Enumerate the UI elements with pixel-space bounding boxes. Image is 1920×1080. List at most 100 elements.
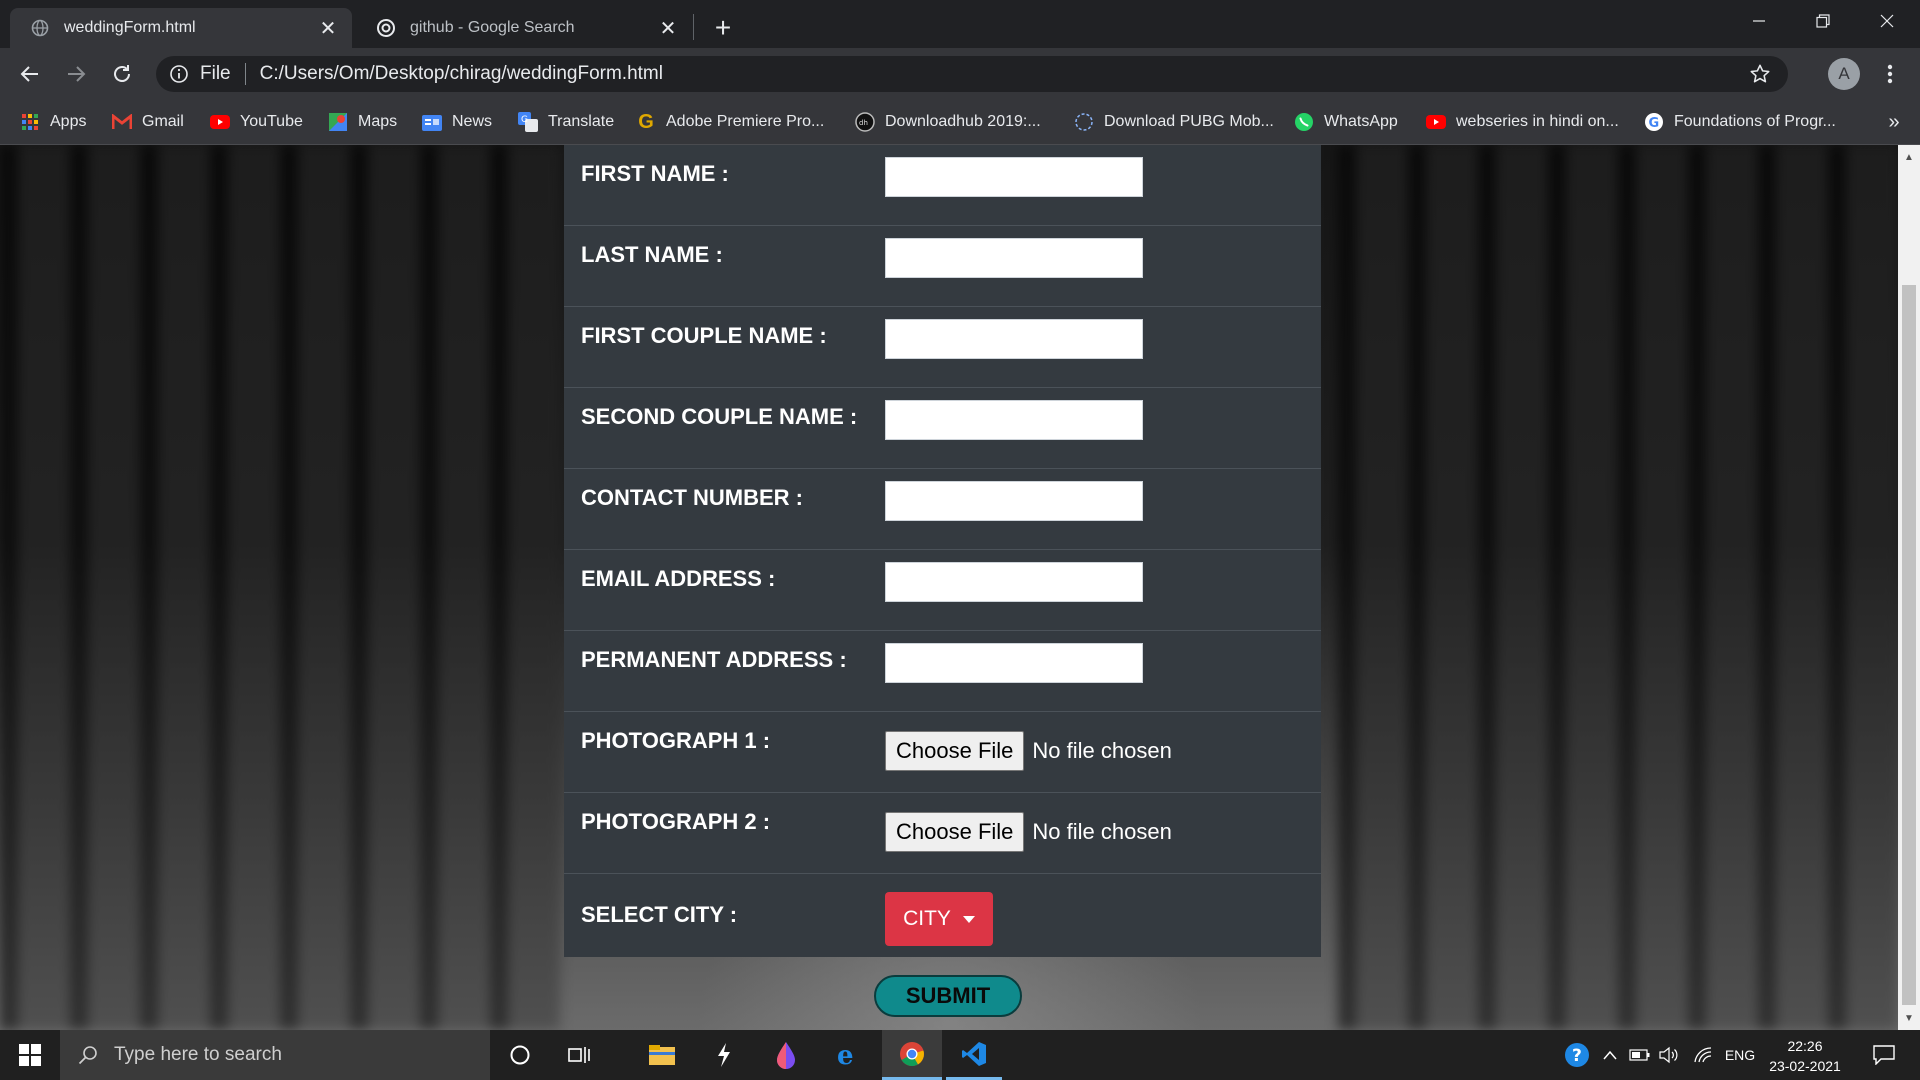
svg-text:dh: dh [859,119,868,127]
maps-icon [328,112,348,132]
field-label: FIRST COUPLE NAME : [581,323,827,348]
form-row-photograph-2: PHOTOGRAPH 2 : Choose File No file chose… [564,793,1321,874]
contact-number-input[interactable] [885,481,1143,521]
scroll-down-arrow-icon[interactable]: ▼ [1898,1008,1920,1028]
photograph-2-file-input[interactable]: Choose File No file chosen [885,811,1172,853]
first-name-input[interactable] [885,157,1143,197]
youtube-icon [210,112,230,132]
email-address-input[interactable] [885,562,1143,602]
back-arrow-icon[interactable] [14,58,46,90]
close-tab-icon[interactable]: ✕ [316,16,340,40]
wifi-icon[interactable] [1690,1030,1718,1080]
volume-icon[interactable] [1656,1030,1684,1080]
field-label: LAST NAME : [581,242,723,267]
bookmark-foundations[interactable]: G Foundations of Progr... [1644,108,1836,136]
form-row-second-couple-name: SECOND COUPLE NAME : [564,388,1321,469]
tab-weddingform[interactable]: weddingForm.html ✕ [10,8,352,48]
bookmark-label: webseries in hindi on... [1456,113,1619,130]
close-tab-icon[interactable]: ✕ [656,16,680,40]
bookmark-adobe-premiere[interactable]: G Adobe Premiere Pro... [636,108,824,136]
search-icon [76,1043,100,1067]
help-icon[interactable]: ? [1560,1030,1594,1080]
field-label: PHOTOGRAPH 2 : [581,809,771,834]
restore-icon[interactable] [1792,0,1854,42]
field-label: PHOTOGRAPH 1 : [581,728,771,753]
bookmark-youtube[interactable]: YouTube [210,108,303,136]
bookmark-pubg[interactable]: Download PUBG Mob... [1074,108,1274,136]
winamp-icon[interactable] [698,1030,750,1080]
bookmark-news[interactable]: News [422,108,492,136]
bookmark-whatsapp[interactable]: WhatsApp [1294,108,1398,136]
chrome-icon[interactable] [882,1030,942,1080]
battery-icon[interactable] [1626,1030,1654,1080]
form-row-first-name: FIRST NAME : [564,145,1321,226]
second-couple-name-input[interactable] [885,400,1143,440]
scroll-up-arrow-icon[interactable]: ▲ [1898,147,1920,167]
field-label: PERMANENT ADDRESS : [581,647,847,672]
city-dropdown-button[interactable]: CITY [885,892,993,946]
page-scrollbar[interactable]: ▲ ▼ [1898,145,1920,1030]
bookmark-webseries[interactable]: webseries in hindi on... [1426,108,1619,136]
vscode-icon[interactable] [946,1030,1002,1080]
url-text[interactable]: C:/Users/Om/Desktop/chirag/weddingForm.h… [260,63,1746,85]
tab-github-search[interactable]: github - Google Search ✕ [356,8,692,48]
bookmark-downloadhub[interactable]: dh Downloadhub 2019:... [855,108,1041,136]
bookmark-label: Download PUBG Mob... [1104,113,1274,130]
bookmark-label: YouTube [240,113,303,130]
minimize-icon[interactable] [1728,0,1790,42]
page-viewport: FIRST NAME : LAST NAME : FIRST COUPLE NA… [0,145,1898,1030]
choose-file-button[interactable]: Choose File [885,812,1025,852]
field-label: SELECT CITY : [581,902,738,927]
city-button-label: CITY [903,907,951,930]
file-status-text: No file chosen [1032,738,1172,763]
svg-text:G: G [521,115,528,125]
youtube-icon [1426,112,1446,132]
address-bar[interactable]: File C:/Users/Om/Desktop/chirag/weddingF… [156,56,1788,92]
chevron-up-icon[interactable] [1598,1030,1622,1080]
submit-button[interactable]: SUBMIT [874,975,1022,1017]
bookmark-gmail[interactable]: Gmail [112,108,184,136]
downloadhub-icon: dh [855,112,875,132]
choose-file-button[interactable]: Choose File [885,731,1025,771]
reload-icon[interactable] [106,58,138,90]
language-indicator[interactable]: ENG [1722,1030,1758,1080]
edge-icon[interactable]: e [822,1030,874,1080]
last-name-input[interactable] [885,238,1143,278]
bookmark-star-icon[interactable] [1746,60,1774,88]
bookmark-translate[interactable]: G Translate [518,108,614,136]
scheme-label: File [200,63,231,84]
search-placeholder: Type here to search [114,1044,282,1065]
tab-title: weddingForm.html [64,19,196,36]
windows-start-icon[interactable] [0,1030,60,1080]
svg-text:e: e [837,1042,854,1068]
new-tab-plus-icon[interactable]: + [705,10,741,46]
whatsapp-icon [1294,112,1314,132]
form-row-permanent-address: PERMANENT ADDRESS : [564,631,1321,712]
bookmark-apps[interactable]: Apps [20,108,86,136]
cortana-icon[interactable] [494,1030,546,1080]
bookmark-label: Gmail [142,113,184,130]
system-clock[interactable]: 22:26 23-02-2021 [1762,1036,1848,1076]
photograph-1-file-input[interactable]: Choose File No file chosen [885,730,1172,772]
bookmark-maps[interactable]: Maps [328,108,397,136]
scrollbar-thumb[interactable] [1902,285,1916,1005]
profile-avatar[interactable]: A [1828,58,1860,90]
close-window-icon[interactable] [1856,0,1918,42]
caret-down-icon [962,915,975,923]
notifications-icon[interactable] [1864,1030,1904,1080]
gmail-icon [112,112,132,132]
permanent-address-input[interactable] [885,643,1143,683]
forward-arrow-icon[interactable] [60,58,92,90]
color-drop-icon[interactable] [760,1030,812,1080]
kebab-menu-icon[interactable] [1876,60,1904,88]
task-view-icon[interactable] [554,1030,606,1080]
bookmark-label: Foundations of Progr... [1674,113,1836,130]
bookmarks-overflow-icon[interactable]: » [1880,108,1908,136]
pubg-icon [1074,112,1094,132]
info-icon[interactable] [168,63,190,85]
taskbar-search-box[interactable]: Type here to search [60,1030,490,1080]
first-couple-name-input[interactable] [885,319,1143,359]
file-explorer-icon[interactable] [636,1030,688,1080]
bookmarks-bar: Apps Gmail YouTube Maps News G Translate… [0,100,1920,145]
bookmark-label: Apps [50,113,87,130]
